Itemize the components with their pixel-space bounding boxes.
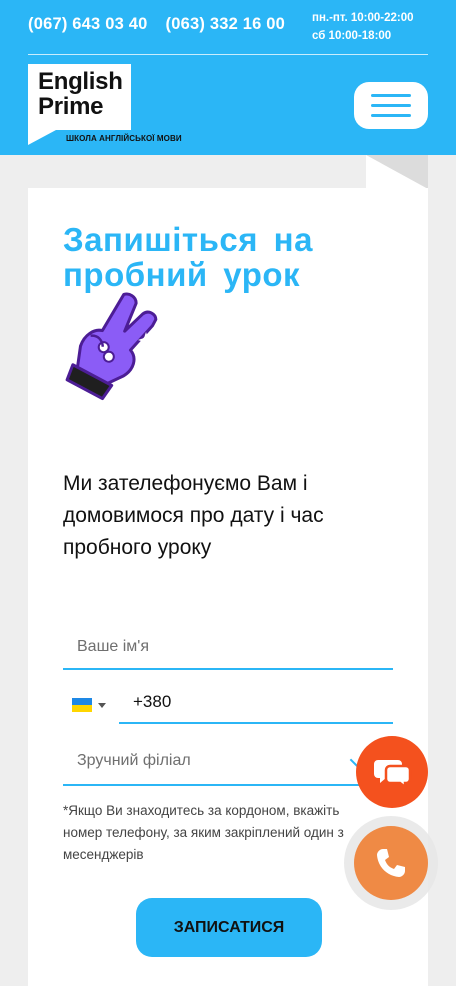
menu-button[interactable] (354, 82, 428, 129)
header-divider (28, 54, 428, 55)
phone-numbers: (067) 643 03 40 (063) 332 16 00 (28, 15, 285, 34)
chat-bubbles-icon (374, 760, 412, 790)
hamburger-icon (371, 94, 411, 97)
ukraine-flag-icon (72, 698, 92, 712)
phone-field[interactable]: +380 (119, 684, 393, 724)
victory-hand-icon (65, 292, 158, 401)
hours-saturday: сб 10:00-18:00 (312, 30, 392, 42)
country-selector[interactable] (72, 697, 106, 713)
form-subtitle: Ми зателефонуємо Вам і домовимося про да… (63, 472, 324, 559)
working-hours: пн.-пт. 10:00-22:00 сб 10:00-18:00 (312, 9, 414, 45)
name-field (63, 626, 393, 670)
abroad-note: *Якщо Ви знаходитесь за кордоном, вкажіт… (63, 803, 344, 862)
phone-link-2[interactable]: (063) 332 16 00 (166, 15, 286, 34)
branch-select[interactable]: Зручний філіал (63, 740, 393, 786)
logo-text: English Prime (38, 68, 123, 120)
submit-button[interactable]: ЗАПИСАТИСЯ (136, 898, 322, 957)
phone-handset-icon (377, 849, 405, 877)
site-header: (067) 643 03 40 (063) 332 16 00 пн.-пт. … (0, 0, 456, 155)
form-title: Запишіться на пробний урок (63, 221, 313, 293)
phone-link-1[interactable]: (067) 643 03 40 (28, 15, 148, 34)
caret-down-icon (98, 702, 106, 708)
logo[interactable]: English Prime (28, 64, 131, 145)
branch-placeholder: Зручний філіал (77, 752, 191, 769)
chat-button[interactable] (356, 736, 428, 808)
hours-weekdays: пн.-пт. 10:00-22:00 (312, 12, 414, 24)
phone-input-value[interactable]: +380 (133, 692, 171, 712)
call-button[interactable] (354, 826, 428, 900)
logo-tagline: ШКОЛА АНГЛІЙСЬКОЇ МОВИ (66, 134, 182, 143)
name-input[interactable] (63, 626, 393, 668)
